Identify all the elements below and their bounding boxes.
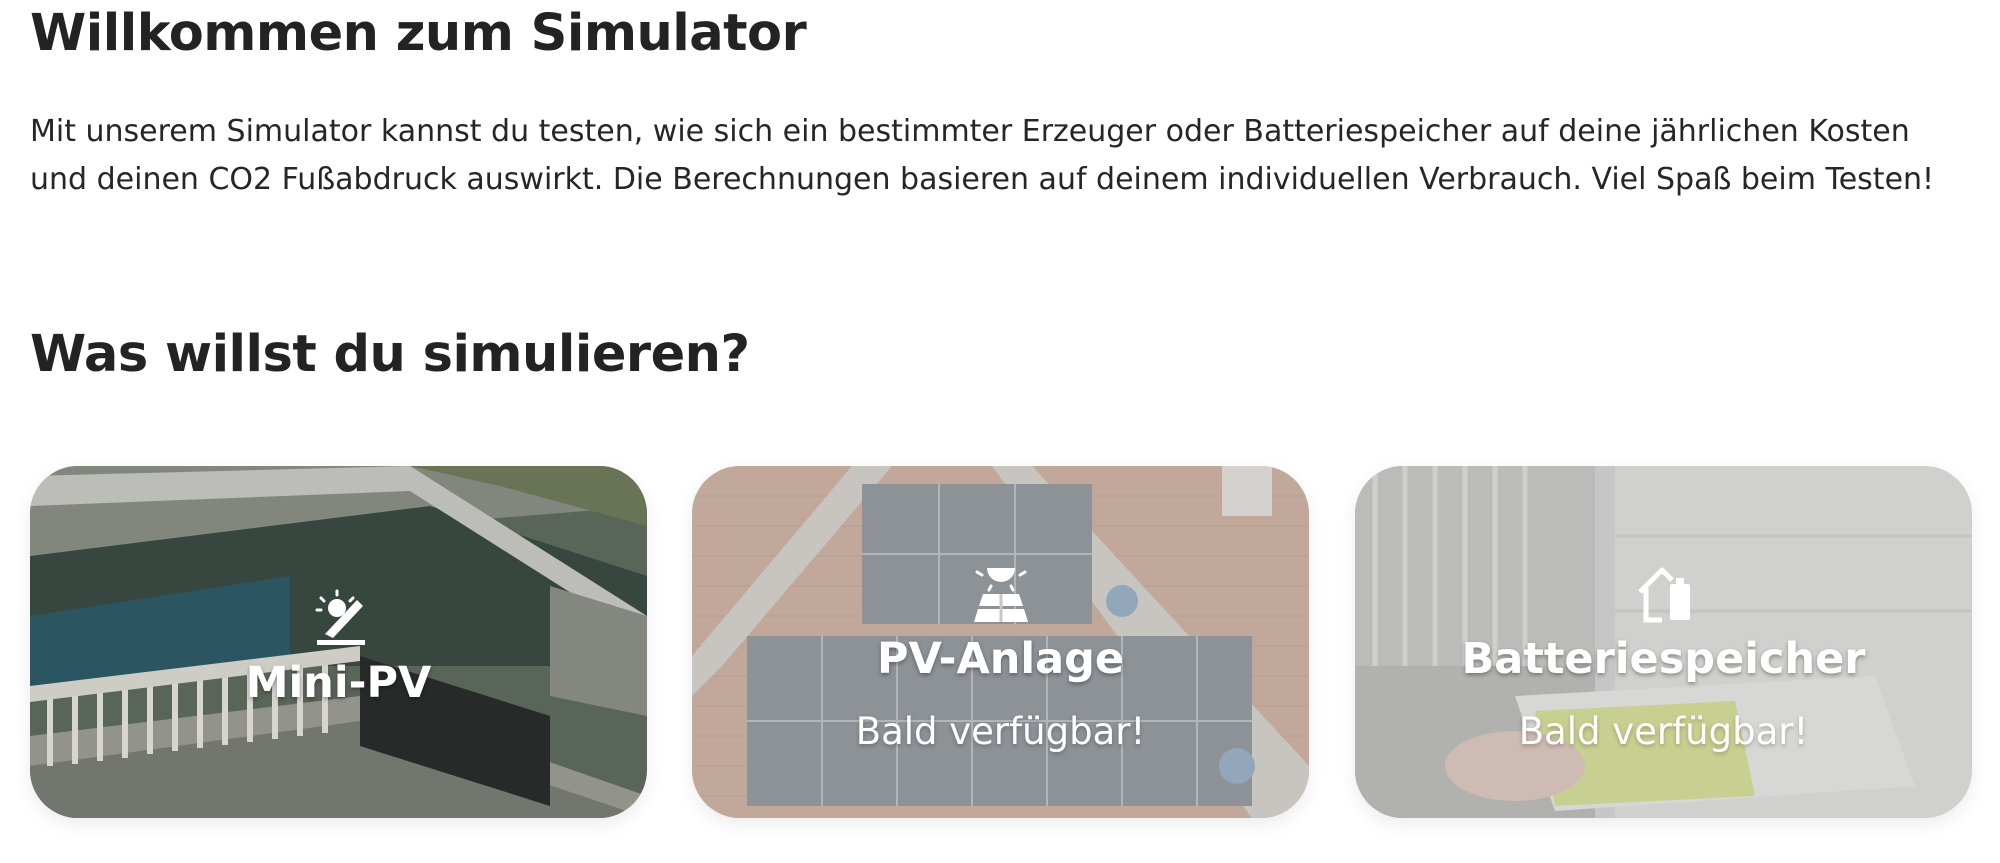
card-batteriespeicher-content: Batteriespeicher Bald verfügbar!	[1355, 466, 1972, 818]
home-battery-icon	[1637, 567, 1690, 622]
page-title: Willkommen zum Simulator	[30, 4, 807, 63]
section-title: Was willst du simulieren?	[30, 325, 750, 384]
card-batteriespeicher-title: Batteriespeicher	[1461, 633, 1866, 684]
card-batteriespeicher-status: Bald verfügbar!	[1518, 709, 1809, 753]
balcony-solar-icon	[315, 589, 365, 645]
solar-panel-icon	[973, 567, 1028, 622]
card-pv-anlage-status: Bald verfügbar!	[855, 709, 1146, 753]
card-pv-anlage-title: PV-Anlage	[876, 633, 1125, 684]
card-batteriespeicher[interactable]: Batteriespeicher Bald verfügbar!	[1355, 466, 1972, 818]
card-mini-pv[interactable]: Mini-PV	[30, 466, 647, 818]
card-pv-anlage-content: PV-Anlage Bald verfügbar!	[692, 466, 1309, 818]
card-pv-anlage[interactable]: PV-Anlage Bald verfügbar!	[692, 466, 1309, 818]
card-mini-pv-content: Mini-PV	[30, 466, 647, 818]
intro-text: Mit unserem Simulator kannst du testen, …	[30, 114, 1935, 197]
card-mini-pv-title: Mini-PV	[245, 658, 432, 708]
page: Willkommen zum Simulator Mit unserem Sim…	[0, 0, 2000, 863]
simulation-options: Mini-PV PV-Anlage Bald verfügbar! Batter…	[30, 466, 1972, 818]
